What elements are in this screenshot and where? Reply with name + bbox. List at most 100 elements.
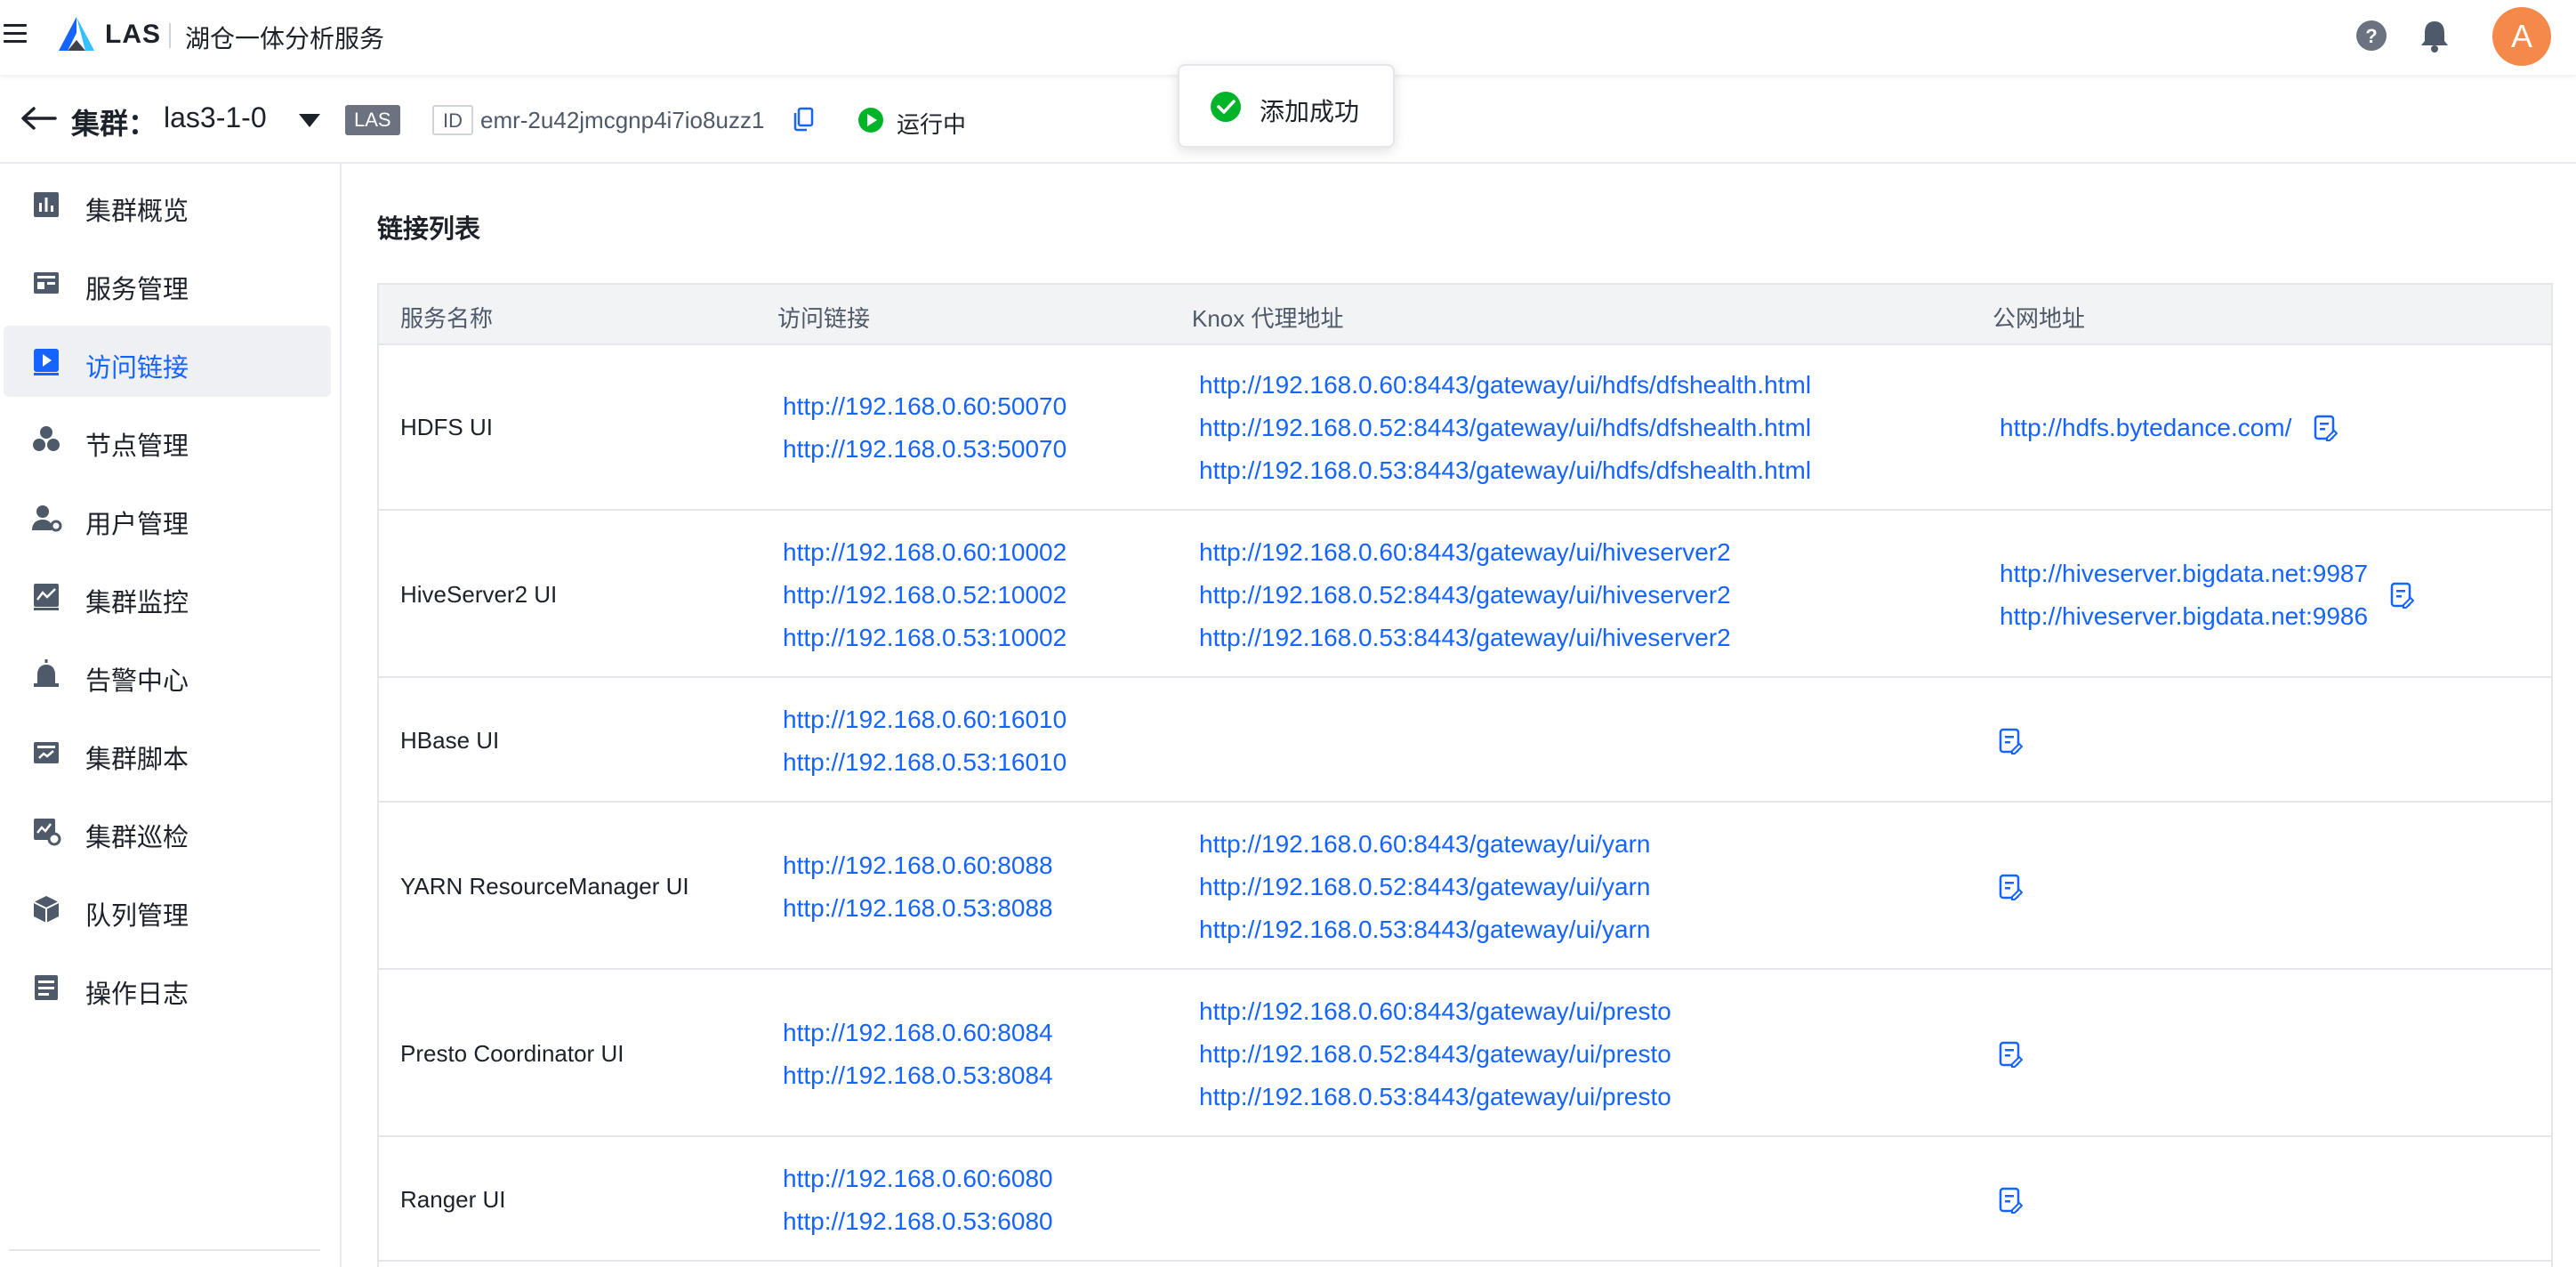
success-toast: 添加成功 bbox=[1178, 64, 1395, 148]
access-link[interactable]: http://192.168.0.60:8084 bbox=[783, 1012, 1053, 1054]
cluster-id: emr-2u42jmcgnp4i7io8uzz1 bbox=[480, 107, 765, 133]
cluster-dropdown-icon[interactable] bbox=[299, 114, 320, 127]
edit-public-address-icon[interactable] bbox=[2389, 582, 2415, 609]
access-link[interactable]: http://192.168.0.52:10002 bbox=[783, 574, 1067, 617]
knox-link[interactable]: http://192.168.0.60:8443/gateway/ui/hive… bbox=[1199, 531, 1731, 574]
chart-bar-icon bbox=[34, 192, 59, 217]
edit-public-address-icon[interactable] bbox=[1998, 874, 2024, 900]
knox-link[interactable]: http://192.168.0.53:8443/gateway/ui/yarn bbox=[1199, 908, 1651, 951]
sidebar-item-operation-log[interactable]: 操作日志 bbox=[4, 952, 331, 1023]
knox-link[interactable]: http://192.168.0.52:8443/gateway/ui/pres… bbox=[1199, 1033, 1671, 1076]
script-icon bbox=[34, 742, 59, 763]
sidebar-item-node-management[interactable]: 节点管理 bbox=[4, 404, 331, 475]
avatar[interactable]: A bbox=[2492, 7, 2551, 66]
knox-cell: http://192.168.0.60:8443/gateway/ui/hdfs… bbox=[1199, 364, 1811, 492]
service-name: HiveServer2 UI bbox=[400, 581, 558, 608]
service-name: HBase UI bbox=[400, 727, 500, 754]
bell-icon[interactable] bbox=[2418, 18, 2451, 53]
sidebar-item-label: 告警中心 bbox=[85, 667, 189, 696]
edit-public-address-icon[interactable] bbox=[1998, 1041, 2024, 1068]
knox-link[interactable]: http://192.168.0.60:8443/gateway/ui/pres… bbox=[1199, 990, 1671, 1033]
public-link[interactable]: http://hiveserver.bigdata.net:9986 bbox=[2000, 595, 2368, 638]
access-link[interactable]: http://192.168.0.53:6080 bbox=[783, 1200, 1053, 1243]
access-link[interactable]: http://192.168.0.60:16010 bbox=[783, 698, 1067, 741]
sidebar-item-label: 集群监控 bbox=[85, 589, 189, 617]
copy-icon[interactable] bbox=[792, 107, 815, 132]
access-link[interactable]: http://192.168.0.60:50070 bbox=[783, 385, 1067, 428]
access-cell: http://192.168.0.60:10002 http://192.168.… bbox=[783, 531, 1067, 659]
links-table: 服务名称 访问链接 Knox 代理地址 公网地址 HDFS UI http://1… bbox=[377, 283, 2553, 1267]
cluster-name: las3-1-0 bbox=[164, 101, 267, 133]
knox-link[interactable]: http://192.168.0.53:8443/gateway/ui/pres… bbox=[1199, 1076, 1671, 1118]
status-text: 运行中 bbox=[897, 111, 967, 138]
las-badge: LAS bbox=[345, 105, 400, 135]
sidebar: 集群概览 服务管理 访问链接 节点管理 用户管理 集群监控 告警中心 集群脚本 … bbox=[0, 164, 342, 1267]
knox-link[interactable]: http://192.168.0.53:8443/gateway/ui/hive… bbox=[1199, 617, 1731, 659]
access-link[interactable]: http://192.168.0.60:10002 bbox=[783, 531, 1067, 574]
page-title: 链接列表 bbox=[377, 215, 481, 244]
knox-link[interactable]: http://192.168.0.60:8443/gateway/ui/yarn bbox=[1199, 823, 1651, 866]
nodes-icon bbox=[33, 426, 60, 451]
access-link[interactable]: http://192.168.0.53:10002 bbox=[783, 617, 1067, 659]
app-name: 湖仓一体分析服务 bbox=[185, 25, 385, 52]
access-cell: http://192.168.0.60:6080 http://192.168.0… bbox=[783, 1158, 1053, 1243]
sidebar-item-label: 操作日志 bbox=[85, 981, 189, 1009]
service-grid-icon bbox=[34, 272, 59, 294]
public-cell: http://hiveserver.bigdata.net:9987 http:/… bbox=[2000, 553, 2368, 638]
knox-link[interactable]: http://192.168.0.53:8443/gateway/ui/hdfs… bbox=[1199, 449, 1811, 492]
access-link[interactable]: http://192.168.0.60:8088 bbox=[783, 844, 1053, 887]
access-link[interactable]: http://192.168.0.53:16010 bbox=[783, 741, 1067, 784]
sidebar-divider bbox=[9, 1249, 320, 1251]
las-logo-icon bbox=[59, 17, 94, 51]
public-cell: http://hdfs.bytedance.com/ bbox=[2000, 407, 2291, 449]
user-gear-icon bbox=[32, 505, 62, 532]
sidebar-item-cluster-script[interactable]: 集群脚本 bbox=[4, 717, 331, 788]
success-check-icon bbox=[1211, 92, 1241, 122]
menu-icon[interactable] bbox=[4, 24, 27, 47]
edit-public-address-icon[interactable] bbox=[2313, 415, 2339, 441]
public-link[interactable]: http://hdfs.bytedance.com/ bbox=[2000, 407, 2291, 449]
sidebar-item-service-management[interactable]: 服务管理 bbox=[4, 247, 331, 319]
sidebar-item-cluster-monitoring[interactable]: 集群监控 bbox=[4, 561, 331, 632]
back-arrow-icon[interactable] bbox=[20, 105, 57, 132]
public-link[interactable]: http://hiveserver.bigdata.net:9987 bbox=[2000, 553, 2368, 595]
sidebar-item-label: 集群概览 bbox=[85, 198, 189, 226]
sidebar-item-label: 服务管理 bbox=[85, 276, 189, 304]
sidebar-item-alarm-center[interactable]: 告警中心 bbox=[4, 639, 331, 710]
sidebar-item-label: 访问链接 bbox=[85, 354, 189, 383]
help-icon[interactable]: ? bbox=[2355, 20, 2387, 52]
column-header-access-link: 访问链接 bbox=[777, 305, 871, 332]
knox-link[interactable]: http://192.168.0.52:8443/gateway/ui/hive… bbox=[1199, 574, 1731, 617]
knox-link[interactable]: http://192.168.0.52:8443/gateway/ui/hdfs… bbox=[1199, 407, 1811, 449]
table-row: Ranger UI http://192.168.0.60:6080 http://… bbox=[379, 1139, 2551, 1262]
knox-link[interactable]: http://192.168.0.52:8443/gateway/ui/yarn bbox=[1199, 866, 1651, 908]
sidebar-item-user-management[interactable]: 用户管理 bbox=[4, 482, 331, 553]
toast-message: 添加成功 bbox=[1260, 98, 1360, 125]
access-link[interactable]: http://192.168.0.53:8088 bbox=[783, 887, 1053, 930]
knox-cell: http://192.168.0.60:8443/gateway/ui/hive… bbox=[1199, 531, 1731, 659]
knox-link[interactable]: http://192.168.0.60:8443/gateway/ui/hdfs… bbox=[1199, 364, 1811, 407]
access-link[interactable]: http://192.168.0.53:8084 bbox=[783, 1054, 1053, 1097]
sidebar-item-access-links[interactable]: 访问链接 bbox=[4, 326, 331, 397]
table-row: Presto Coordinator UI http://192.168.0.60… bbox=[379, 972, 2551, 1137]
sidebar-item-cluster-inspection[interactable]: 集群巡检 bbox=[4, 795, 331, 867]
access-cell: http://192.168.0.60:50070 http://192.168.… bbox=[783, 385, 1067, 471]
edit-public-address-icon[interactable] bbox=[1998, 1187, 2024, 1214]
access-link[interactable]: http://192.168.0.60:6080 bbox=[783, 1158, 1053, 1200]
access-link[interactable]: http://192.168.0.53:50070 bbox=[783, 428, 1067, 471]
sidebar-item-label: 队列管理 bbox=[85, 902, 189, 931]
play-link-icon bbox=[34, 349, 59, 375]
running-status-icon bbox=[858, 108, 883, 133]
service-name: Presto Coordinator UI bbox=[400, 1040, 624, 1067]
service-name: YARN ResourceManager UI bbox=[400, 873, 689, 900]
access-cell: http://192.168.0.60:16010 http://192.168.… bbox=[783, 698, 1067, 784]
alarm-icon bbox=[34, 659, 59, 687]
sidebar-item-queue-management[interactable]: 队列管理 bbox=[4, 874, 331, 945]
table-row: HDFS UI http://192.168.0.60:50070 http://1… bbox=[379, 345, 2551, 511]
cube-icon bbox=[33, 896, 60, 923]
service-name: Ranger UI bbox=[400, 1186, 506, 1213]
edit-public-address-icon[interactable] bbox=[1998, 728, 2024, 755]
knox-cell: http://192.168.0.60:8443/gateway/ui/pres… bbox=[1199, 990, 1671, 1118]
table-row: HBase UI http://192.168.0.60:16010 http://… bbox=[379, 680, 2551, 803]
sidebar-item-cluster-overview[interactable]: 集群概览 bbox=[4, 169, 331, 240]
